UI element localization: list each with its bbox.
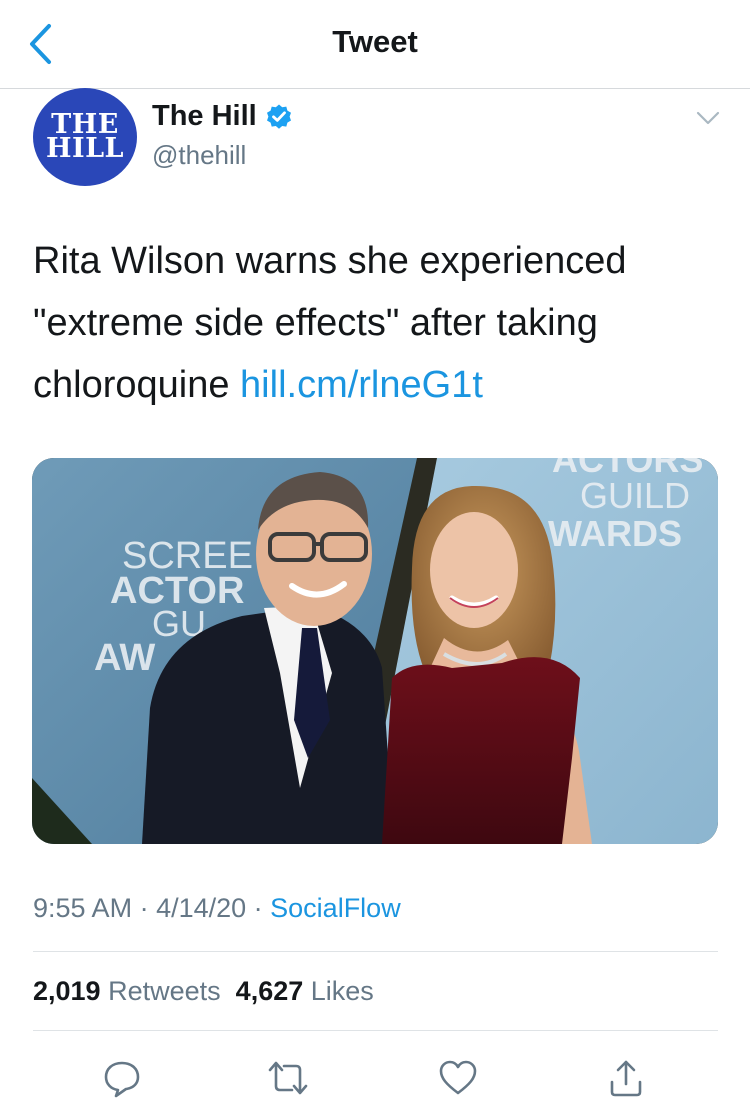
tweet-timestamp-row: 9:55 AM · 4/14/20 · SocialFlow (33, 893, 401, 924)
author-name-row[interactable]: The Hill (152, 100, 293, 133)
like-button[interactable] (434, 1054, 482, 1102)
retweet-button[interactable] (264, 1054, 312, 1102)
likes-stat[interactable]: 4,627 Likes (236, 976, 374, 1006)
divider (33, 1030, 718, 1031)
avatar[interactable]: THE HILL (33, 88, 137, 186)
svg-text:GUILD: GUILD (580, 475, 690, 516)
author-name: The Hill (152, 100, 257, 132)
share-button[interactable] (602, 1054, 650, 1102)
navigation-bar: Tweet (0, 0, 750, 89)
retweets-count: 2,019 (33, 976, 101, 1006)
woman-dress (382, 657, 580, 844)
more-options-button[interactable] (694, 104, 722, 132)
engagement-stats: 2,019 Retweets 4,627 Likes (33, 976, 374, 1007)
chevron-down-icon (696, 111, 720, 125)
avatar-logo-line2: HILL (45, 133, 125, 164)
retweets-stat[interactable]: 2,019 Retweets (33, 976, 221, 1006)
divider (33, 951, 718, 952)
reply-button[interactable] (98, 1054, 146, 1102)
retweets-label: Retweets (108, 976, 221, 1006)
retweet-icon (268, 1061, 308, 1095)
tweet-link[interactable]: hill.cm/rlneG1t (240, 364, 483, 406)
reply-icon (104, 1061, 140, 1098)
meta-separator: · (132, 893, 157, 923)
svg-text:AW: AW (94, 637, 155, 679)
share-icon (610, 1060, 642, 1097)
author-handle[interactable]: @thehill (152, 140, 246, 171)
woman-face (430, 512, 518, 628)
meta-separator-2: · (246, 893, 271, 923)
tweet-detail-screen: Tweet THE HILL The Hill @thehill Rita Wi… (0, 0, 750, 1112)
tweet-source-link[interactable]: SocialFlow (270, 893, 401, 923)
likes-label: Likes (310, 976, 374, 1006)
tweet-text: Rita Wilson warns she experienced "extre… (33, 230, 723, 416)
verified-badge-icon (265, 103, 293, 131)
tweet-photo[interactable]: SCREE ACTOR GU AW ACTORS GUILD AWARDS (32, 458, 718, 844)
tweet-date: 4/14/20 (156, 893, 247, 923)
likes-count: 4,627 (235, 976, 304, 1006)
tweet-time: 9:55 AM (33, 893, 133, 923)
like-icon (439, 1060, 477, 1095)
page-title: Tweet (332, 24, 418, 59)
tweet-action-bar (0, 1050, 750, 1112)
